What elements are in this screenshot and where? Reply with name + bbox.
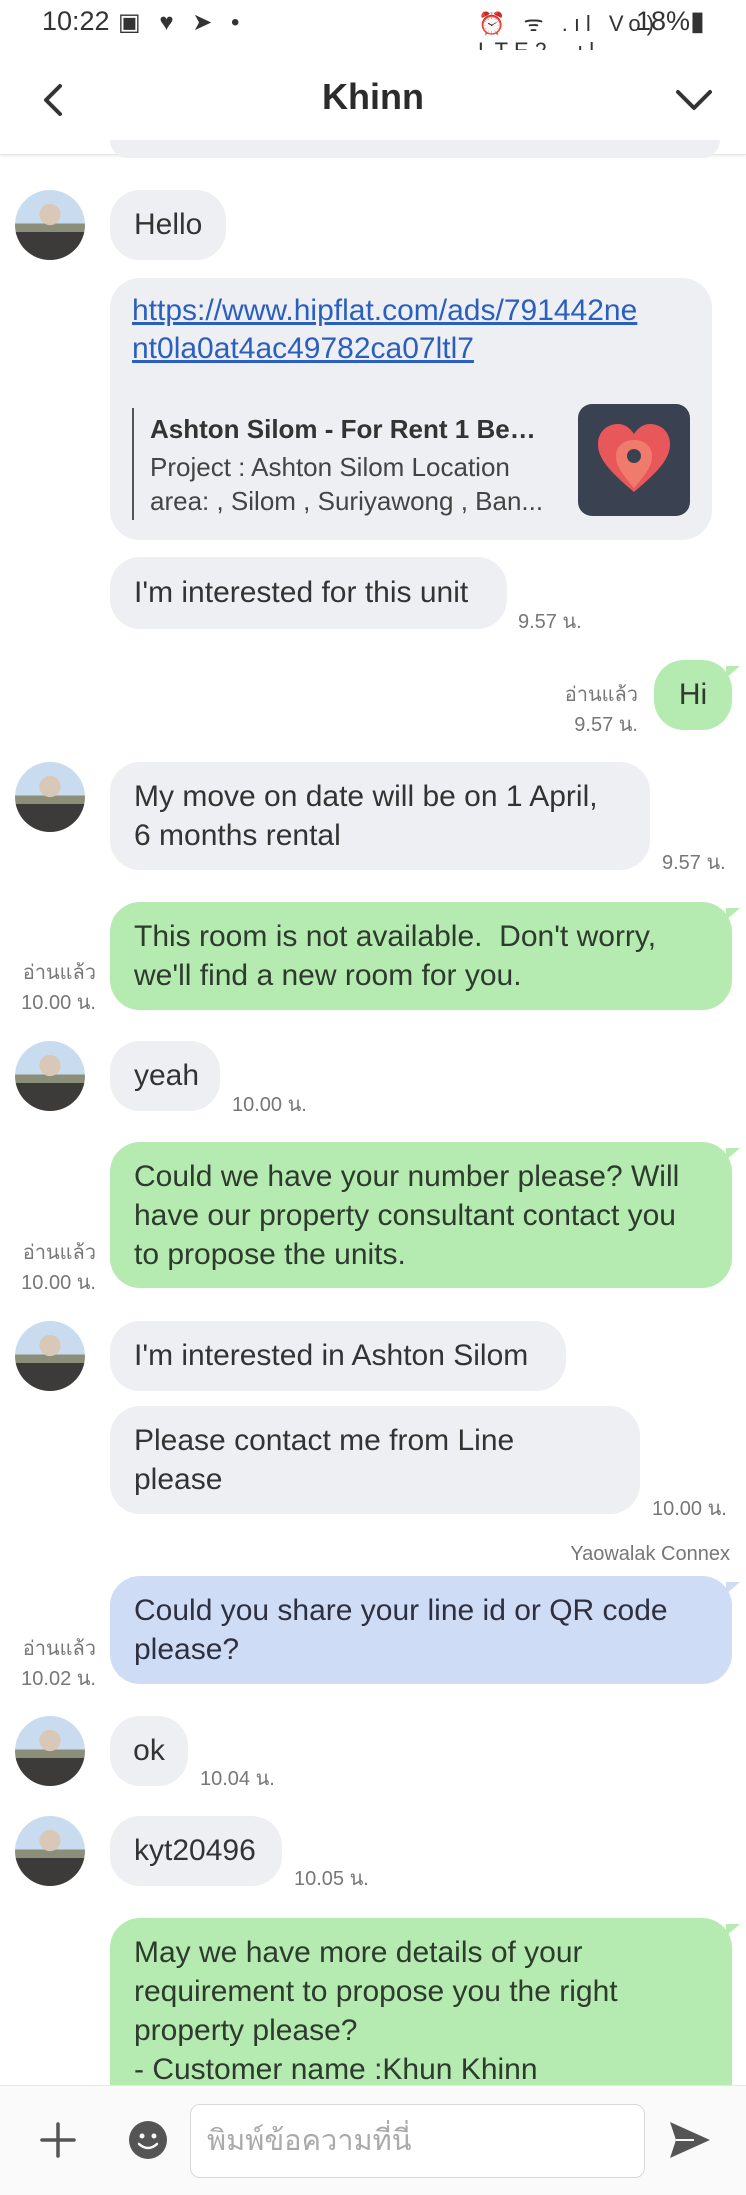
message-bubble[interactable]: Please contact me from Line please — [110, 1406, 640, 1514]
link-line-2: nt0la0at4ac49782ca07ltl7 — [132, 332, 474, 365]
message-time: 10.00 น. — [652, 1498, 727, 1520]
message-time: 10.00 น. — [21, 992, 96, 1014]
bubble-tail — [726, 908, 740, 920]
emoji-icon — [129, 2121, 167, 2159]
sender-name: Yaowalak Connex — [570, 1543, 730, 1565]
header-menu-button[interactable] — [670, 80, 718, 120]
message-bubble[interactable]: Hi — [654, 660, 732, 730]
link-line-1: https://www.hipflat.com/ads/791442ne — [132, 294, 638, 327]
card-desc-line-2: area: , Silom , Suriyawong , Ban... — [150, 486, 544, 516]
avatar[interactable] — [15, 762, 85, 832]
message-time: 10.00 น. — [232, 1094, 307, 1116]
message-time: 9.57 น. — [518, 611, 582, 633]
read-receipt: อ่านแล้ว — [22, 962, 96, 984]
read-receipt: อ่านแล้ว — [22, 1638, 96, 1660]
message-bubble[interactable]: I'm interested for this unit — [110, 557, 507, 629]
read-receipt: อ่านแล้ว — [564, 684, 638, 706]
message-text: I'm interested for this unit — [134, 576, 469, 609]
message-line: requirement to propose you the right — [134, 1975, 618, 2008]
message-bubble[interactable]: This room is not available. Don't worry,… — [110, 902, 732, 1010]
chat-title: Khinn — [322, 76, 424, 117]
message-bubble[interactable]: ok — [110, 1716, 188, 1786]
bubble-tail — [726, 1148, 740, 1160]
send-icon — [670, 2122, 710, 2158]
bubble-tail — [726, 1924, 740, 1936]
read-receipt: อ่านแล้ว — [22, 1242, 96, 1264]
avatar[interactable] — [15, 1816, 85, 1886]
message-line: 6 months rental — [134, 819, 341, 852]
status-time: 10:22 — [42, 6, 110, 36]
message-link[interactable]: https://www.hipflat.com/ads/791442ne nt0… — [132, 292, 637, 368]
message-text: kyt20496 — [134, 1834, 256, 1867]
message-line: - Customer name :Khun Khinn — [134, 2053, 538, 2086]
message-bubble[interactable]: Hello — [110, 190, 226, 260]
message-text: Hello — [134, 208, 203, 241]
message-line: Please contact me from Line — [134, 1424, 515, 1457]
avatar[interactable] — [15, 190, 85, 260]
message-bubble[interactable]: My move on date will be on 1 April, 6 mo… — [110, 762, 650, 870]
message-line: My move on date will be on 1 April, — [134, 780, 598, 813]
hipflat-heart-pin-icon — [598, 424, 670, 492]
card-desc-line-1: Project : Ashton Silom Location — [150, 452, 510, 482]
link-preview-bubble[interactable]: https://www.hipflat.com/ads/791442ne nt0… — [110, 278, 712, 540]
message-time: 10.02 น. — [21, 1668, 96, 1690]
bubble-tail — [726, 1582, 740, 1594]
avatar[interactable] — [15, 1716, 85, 1786]
card-description: Project : Ashton Silom Location area: , … — [150, 450, 550, 518]
message-line: This room is not available. Don't worry, — [134, 920, 657, 953]
message-bubble[interactable]: I'm interested in Ashton Silom — [110, 1321, 566, 1391]
message-time: 10.05 น. — [294, 1868, 369, 1890]
avatar[interactable] — [15, 1321, 85, 1391]
card-divider — [132, 408, 134, 520]
message-line: to propose the units. — [134, 1238, 406, 1271]
message-line: Could we have your number please? Will — [134, 1160, 680, 1193]
message-line: we'll find a new room for you. — [134, 959, 522, 992]
message-line: please — [134, 1463, 223, 1496]
message-bubble[interactable]: Could we have your number please? Will h… — [110, 1142, 732, 1288]
message-text: Hi — [678, 678, 708, 711]
message-bubble[interactable]: kyt20496 — [110, 1816, 282, 1886]
send-button[interactable] — [668, 2120, 712, 2160]
bubble-tail — [726, 666, 740, 678]
notification-icons: ▣ ♥ ➤ • — [118, 9, 246, 36]
link-preview-card[interactable]: Ashton Silom - For Rent 1 Bed ... Projec… — [132, 404, 692, 522]
message-text: ok — [133, 1734, 165, 1767]
previous-message-edge — [110, 140, 720, 158]
message-line: please? — [134, 1633, 240, 1666]
emoji-button[interactable] — [128, 2120, 168, 2160]
status-bar: 10:22 ▣ ♥ ➤ • ⏰ ᯤ .ıl Vo) LTE2 .ıl 18%▮ — [0, 0, 746, 63]
message-time: 10.00 น. — [21, 1272, 96, 1294]
chevron-down-icon — [676, 90, 712, 110]
message-line: May we have more details of your — [134, 1936, 583, 1969]
avatar[interactable] — [15, 1041, 85, 1111]
message-bubble[interactable]: Could you share your line id or QR code … — [110, 1576, 732, 1684]
battery-indicator: 18%▮ — [636, 6, 705, 36]
message-time: 9.57 น. — [662, 852, 726, 874]
message-line: Could you share your line id or QR code — [134, 1594, 668, 1627]
message-time: 10.04 น. — [200, 1768, 275, 1790]
message-input[interactable]: พิมพ์ข้อความที่นี่ — [190, 2104, 645, 2178]
card-title: Ashton Silom - For Rent 1 Bed ... — [150, 414, 550, 444]
message-text: yeah — [134, 1059, 200, 1092]
message-line: property please? — [134, 2014, 358, 2047]
message-line: have our property consultant contact you — [134, 1199, 676, 1232]
message-bubble[interactable]: yeah — [110, 1041, 220, 1111]
message-text: I'm interested in Ashton Silom — [134, 1339, 529, 1372]
card-thumbnail — [578, 404, 690, 516]
message-time: 9.57 น. — [574, 714, 638, 736]
message-composer: พิมพ์ข้อความที่นี่ — [0, 2085, 746, 2195]
add-button[interactable] — [36, 2118, 80, 2162]
plus-icon — [40, 2122, 76, 2158]
